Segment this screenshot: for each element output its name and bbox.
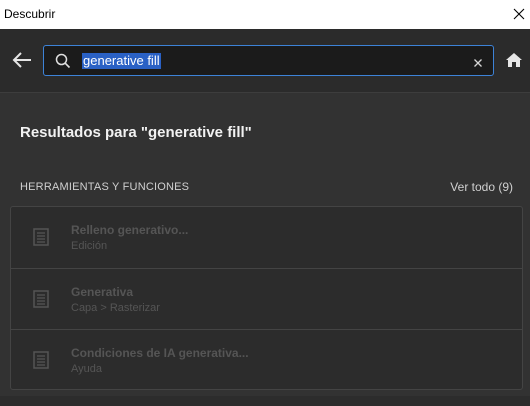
document-icon (33, 351, 49, 374)
title-bar: Descubrir (0, 0, 530, 29)
search-icon (55, 53, 71, 74)
results-list: Relleno generativo... Edición Generativa… (10, 206, 523, 390)
bottom-panel-edge (0, 396, 530, 406)
close-icon[interactable] (508, 0, 530, 29)
result-name: Condiciones de IA generativa... (71, 346, 249, 360)
result-item[interactable]: Relleno generativo... Edición (11, 207, 522, 268)
result-path: Edición (71, 240, 108, 252)
home-icon[interactable] (505, 52, 523, 73)
result-path: Ayuda (71, 363, 102, 375)
search-bar: generative fill (0, 29, 530, 93)
back-arrow-icon[interactable] (12, 51, 32, 69)
window-title: Descubrir (4, 7, 56, 21)
clear-icon[interactable] (473, 55, 483, 73)
result-item[interactable]: Generativa Capa > Rasterizar (11, 268, 522, 329)
search-input[interactable]: generative fill (43, 45, 494, 76)
results-heading: Resultados para "generative fill" (20, 124, 252, 141)
result-item[interactable]: Condiciones de IA generativa... Ayuda (11, 329, 522, 390)
search-query-text[interactable]: generative fill (82, 53, 161, 69)
document-icon (33, 228, 49, 251)
result-name: Generativa (71, 285, 134, 299)
result-name: Relleno generativo... (71, 223, 189, 237)
document-icon (33, 290, 49, 313)
section-label: HERRAMIENTAS Y FUNCIONES (20, 181, 190, 193)
see-all-link[interactable]: Ver todo (9) (450, 180, 513, 194)
result-path: Capa > Rasterizar (71, 302, 160, 314)
